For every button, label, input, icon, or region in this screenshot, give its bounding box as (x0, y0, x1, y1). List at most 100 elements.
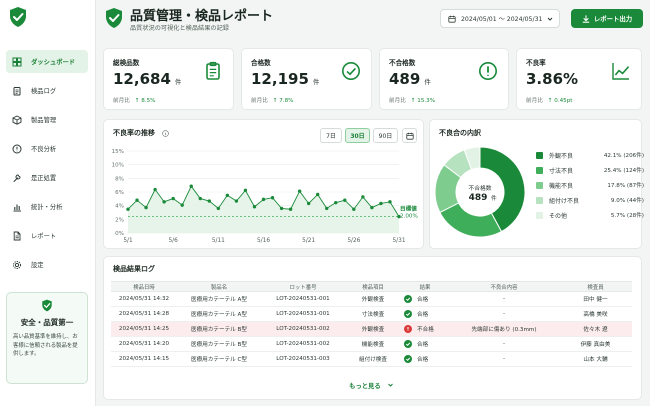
y-tick-label: 15% (112, 149, 124, 155)
pass-status-icon (404, 310, 412, 318)
date-range-picker[interactable]: 2024/05/01 〜 2024/05/31 (440, 9, 560, 28)
dashboard-icon (12, 57, 22, 67)
table-cell-inspector: 田中 健一 (583, 297, 608, 303)
table-row[interactable]: 2024/05/31 14:25 医療用カテーテル B型 LOT-20240531-… (111, 322, 632, 337)
legend-value: 5.7% (28件) (610, 213, 644, 219)
table-cell-result: 不合格 (401, 322, 449, 336)
column-header: 製品名 (210, 284, 228, 291)
y-tick-label: 2% (115, 217, 124, 223)
data-point (162, 200, 166, 204)
kpi-label: 不合格数 (389, 59, 416, 67)
kpi-delta: ↑ 15.3% (410, 98, 436, 104)
sidebar-item-3[interactable]: 不良分析 (6, 137, 88, 160)
kpi-delta: ↑ 0.45pt (547, 98, 573, 104)
sidebar-item-6[interactable]: レポート (6, 224, 88, 247)
table-header: 検品日時 製品名 ロット番号 検品項目 結果 不良合内容 検査員 (111, 281, 632, 292)
table-row[interactable]: 2024/05/31 14:28 医療用カテーテル A型 LOT-20240531-… (111, 307, 632, 322)
table-cell-item: 機能検査 (361, 342, 385, 348)
kpi-value: 489 件 (389, 70, 431, 88)
table-cell-inspector: 伊藤 真由美 (580, 342, 611, 348)
data-point (325, 206, 329, 211)
table-cell-defect: - (502, 296, 506, 302)
kpi-card: 不良率 3.86% 前月比 ↑ 0.45pt (516, 48, 642, 110)
date-range-text: 2024/05/01 〜 2024/05/31 (461, 16, 543, 23)
sidebar-item-label: 統計・分析 (31, 204, 63, 211)
table-row[interactable]: 2024/05/31 14:15 医療用カテーテル C型 LOT-20240531-… (111, 352, 632, 367)
document-icon (12, 231, 22, 241)
data-point (153, 187, 157, 192)
legend-item: 寸法不良 25.4% (124件) (536, 165, 644, 175)
x-tick-label: 5/6 (168, 238, 178, 244)
sidebar-item-5[interactable]: 統計・分析 (6, 195, 88, 218)
table-cell-result: 合格 (401, 292, 449, 306)
legend-label: 寸法不良 (549, 167, 574, 175)
x-tick-label: 5/16 (257, 238, 270, 244)
table-cell-datetime: 2024/05/31 14:25 (118, 326, 170, 332)
table-cell-datetime: 2024/05/31 14:20 (118, 341, 170, 347)
sidebar-item-0[interactable]: ダッシュボード (6, 50, 88, 73)
data-point (180, 203, 184, 207)
table-cell-result: 合格 (401, 352, 449, 366)
target-label: 目標値 (400, 205, 417, 213)
sidebar-item-label: 製品管理 (31, 117, 57, 124)
report-export-button[interactable]: レポート出力 (571, 9, 643, 28)
data-point (370, 205, 374, 210)
table-cell-product: 医療用カテーテル C型 (190, 357, 248, 363)
result-label: 合格 (417, 312, 429, 318)
chevron-down-icon (387, 383, 393, 387)
table-cell-product: 医療用カテーテル B型 (191, 342, 247, 348)
table-cell-item: 寸法検査 (361, 312, 385, 318)
legend-label: 外観不良 (549, 152, 574, 160)
x-tick-label: 5/21 (302, 238, 315, 244)
data-point (234, 199, 239, 203)
data-point (261, 197, 266, 202)
kpi-card: 総検品数 12,684 件 前月比 ↑ 8.5% (103, 48, 234, 110)
sidebar-item-7[interactable]: 設定 (6, 253, 88, 276)
kpi-compare: 前月比 ↑ 0.45pt (526, 98, 573, 104)
legend-swatch (536, 196, 543, 204)
exclamation-circle-icon (478, 61, 498, 81)
safety-text: 高い品質基準を維持し、お客様に信頼される製品を提供します。 (13, 334, 78, 357)
safety-title: 安全・品質第一 (20, 318, 74, 327)
trend-line-icon (611, 61, 631, 81)
shield-check-icon (42, 299, 52, 312)
clipboard-icon (12, 86, 22, 96)
alert-icon (12, 144, 22, 154)
table-row[interactable]: 2024/05/31 14:32 医療用カテーテル A型 LOT-20240531-… (111, 292, 632, 307)
sidebar-item-4[interactable]: 是正処置 (6, 166, 88, 189)
data-point (316, 192, 320, 197)
table-cell-defect: - (502, 356, 506, 362)
column-header: 検品日時 (133, 284, 155, 291)
inspection-log-card: 検品結果ログ 検品日時 製品名 ロット番号 検品項目 結果 不良合内容 検査員 2024/0… (103, 256, 642, 400)
column-header: 結果 (419, 284, 431, 291)
sidebar-item-label: 設定 (31, 262, 44, 269)
table-cell-inspector: 山本 大輔 (583, 357, 608, 363)
y-tick-label: 6% (115, 190, 124, 196)
table-cell-lot: LOT-20240531-002 (276, 326, 330, 332)
data-point (352, 207, 356, 211)
data-point (379, 201, 383, 206)
sidebar-item-2[interactable]: 製品管理 (6, 108, 88, 131)
table-cell-datetime: 2024/05/31 14:28 (118, 311, 170, 317)
data-point (144, 205, 148, 210)
kpi-compare: 前月比 ↑ 7.8% (251, 98, 294, 104)
legend-value: 25.4% (124件) (603, 168, 644, 174)
table-row[interactable]: 2024/05/31 14:20 医療用カテーテル B型 LOT-20240531-… (111, 337, 632, 352)
wrench-icon (12, 173, 22, 183)
kpi-delta: ↑ 8.5% (134, 98, 156, 104)
safety-card: 安全・品質第一 高い品質基準を維持し、お客様に信頼される製品を提供します。 (6, 292, 88, 384)
column-header: 不良合内容 (490, 284, 518, 291)
show-more-link[interactable]: もっと見る (104, 381, 639, 390)
sidebar-item-1[interactable]: 検品ログ (6, 79, 88, 102)
inspection-log-title: 検品結果ログ (113, 265, 155, 273)
donut-center-label: 不合格数 (468, 184, 491, 192)
data-point (388, 200, 392, 204)
donut-center-value: 489 (469, 193, 488, 203)
kpi-value: 3.86% (526, 70, 579, 88)
result-label: 合格 (417, 342, 429, 348)
table-cell-product: 医療用カテーテル A型 (191, 297, 247, 303)
report-export-label: レポート出力 (593, 15, 633, 23)
legend-value: 17.8% (87件) (607, 183, 644, 189)
table-cell-item: 組付け検査 (359, 357, 387, 363)
column-header: 検品項目 (362, 284, 384, 291)
